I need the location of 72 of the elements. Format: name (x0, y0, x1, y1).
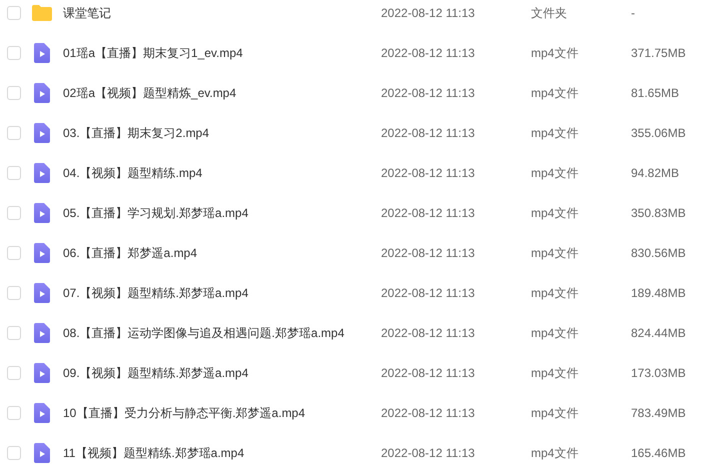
checkbox[interactable] (7, 6, 21, 20)
file-size: - (631, 5, 635, 22)
video-file-icon (34, 403, 50, 423)
modified-date: 2022-08-12 11:13 (381, 5, 476, 22)
file-name[interactable]: 10【直播】受力分析与静态平衡.郑梦遥a.mp4 (63, 404, 381, 422)
file-name[interactable]: 01瑶a【直播】期末复习1_ev.mp4 (63, 44, 381, 62)
checkbox[interactable] (7, 206, 21, 220)
file-type: mp4文件 (531, 285, 580, 302)
file-type: mp4文件 (531, 245, 580, 262)
file-name[interactable]: 09.【视频】题型精练.郑梦遥a.mp4 (63, 364, 381, 382)
video-file-icon (34, 323, 50, 343)
file-type: mp4文件 (531, 325, 580, 342)
video-file-icon (34, 83, 50, 103)
checkbox[interactable] (7, 366, 21, 380)
checkbox[interactable] (7, 286, 21, 300)
file-size: 173.03MB (631, 365, 686, 382)
video-file-icon (34, 43, 50, 63)
file-name[interactable]: 11【视频】题型精练.郑梦瑶a.mp4 (63, 444, 381, 462)
file-name[interactable]: 07.【视频】题型精练.郑梦瑶a.mp4 (63, 284, 381, 302)
modified-date: 2022-08-12 11:13 (381, 445, 476, 462)
file-size: 371.75MB (631, 45, 686, 62)
file-name[interactable]: 03.【直播】期末复习2.mp4 (63, 124, 381, 142)
file-size: 350.83MB (631, 205, 686, 222)
file-size: 165.46MB (631, 445, 686, 462)
checkbox[interactable] (7, 446, 21, 460)
file-name[interactable]: 02瑶a【视频】题型精炼_ev.mp4 (63, 84, 381, 102)
file-type: mp4文件 (531, 165, 580, 182)
file-type: 文件夹 (531, 5, 568, 22)
file-type: mp4文件 (531, 45, 580, 62)
file-size: 355.06MB (631, 125, 686, 142)
file-type: mp4文件 (531, 205, 580, 222)
file-name[interactable]: 08.【直播】运动学图像与追及相遇问题.郑梦瑶a.mp4 (63, 324, 381, 342)
file-size: 824.44MB (631, 325, 686, 342)
checkbox[interactable] (7, 126, 21, 140)
video-file-icon (34, 283, 50, 303)
modified-date: 2022-08-12 11:13 (381, 165, 476, 182)
checkbox[interactable] (7, 326, 21, 340)
checkbox[interactable] (7, 406, 21, 420)
modified-date: 2022-08-12 11:13 (381, 85, 476, 102)
file-type: mp4文件 (531, 365, 580, 382)
file-size: 81.65MB (631, 85, 680, 102)
checkbox[interactable] (7, 46, 21, 60)
file-type: mp4文件 (531, 445, 580, 462)
modified-date: 2022-08-12 11:13 (381, 405, 476, 422)
modified-date: 2022-08-12 11:13 (381, 125, 476, 142)
video-file-icon (34, 123, 50, 143)
file-size: 830.56MB (631, 245, 686, 262)
file-type: mp4文件 (531, 405, 580, 422)
modified-date: 2022-08-12 11:13 (381, 45, 476, 62)
modified-date: 2022-08-12 11:13 (381, 285, 476, 302)
file-name[interactable]: 06.【直播】郑梦遥a.mp4 (63, 244, 381, 262)
video-file-icon (34, 203, 50, 223)
modified-date: 2022-08-12 11:13 (381, 245, 476, 262)
folder-icon (32, 5, 52, 21)
file-name[interactable]: 05.【直播】学习规划.郑梦瑶a.mp4 (63, 204, 381, 222)
file-type: mp4文件 (531, 125, 580, 142)
checkbox[interactable] (7, 246, 21, 260)
modified-date: 2022-08-12 11:13 (381, 325, 476, 342)
modified-date: 2022-08-12 11:13 (381, 365, 476, 382)
checkbox[interactable] (7, 86, 21, 100)
file-size: 189.48MB (631, 285, 686, 302)
modified-date: 2022-08-12 11:13 (381, 205, 476, 222)
file-name[interactable]: 04.【视频】题型精练.mp4 (63, 164, 381, 182)
checkbox[interactable] (7, 166, 21, 180)
video-file-icon (34, 163, 50, 183)
file-name[interactable]: 课堂笔记 (63, 4, 381, 22)
file-type: mp4文件 (531, 85, 580, 102)
file-size: 94.82MB (631, 165, 680, 182)
file-size: 783.49MB (631, 405, 686, 422)
video-file-icon (34, 243, 50, 263)
video-file-icon (34, 443, 50, 463)
video-file-icon (34, 363, 50, 383)
